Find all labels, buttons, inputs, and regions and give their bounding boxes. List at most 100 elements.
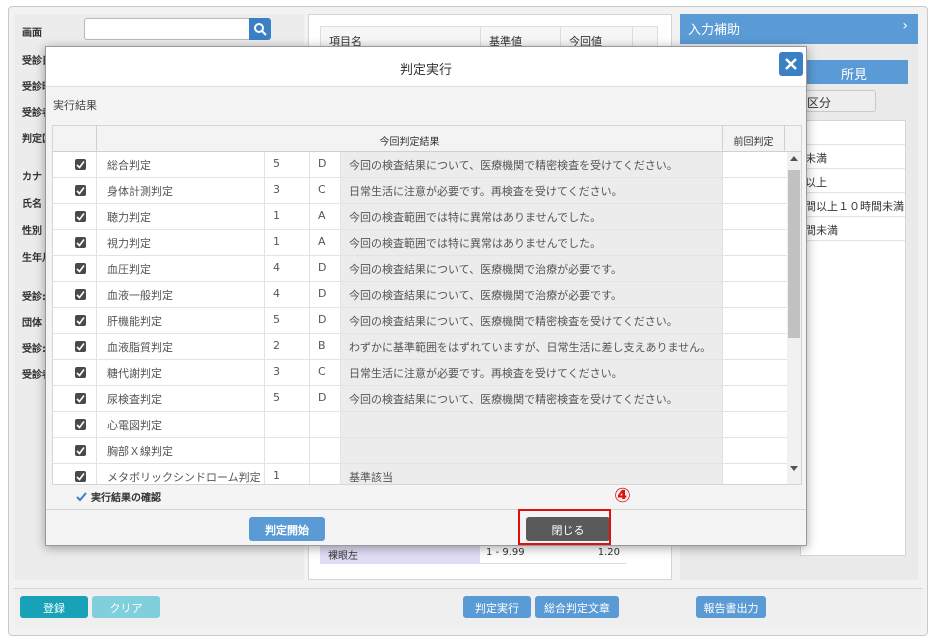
row-grade: C <box>310 360 341 385</box>
list-item[interactable]: 未満 <box>801 145 905 169</box>
check-icon <box>76 369 85 377</box>
checkbox[interactable] <box>75 367 86 378</box>
row-name: 肝機能判定 <box>97 308 265 333</box>
table-row[interactable]: 尿検査判定 5 D 今回の検査結果について、医療機関で精密検査を受けてください。 <box>53 386 787 412</box>
row-check-cell[interactable] <box>53 230 97 255</box>
report-output-button[interactable]: 報告書出力 <box>696 596 766 618</box>
row-prev <box>723 438 787 463</box>
checkbox[interactable] <box>75 211 86 222</box>
row-code: 5 <box>265 308 310 333</box>
list-item[interactable]: 間未満 <box>801 217 905 241</box>
row-comment: 今回の検査結果について、医療機関で精密検査を受けてください。 <box>341 386 723 411</box>
row-check-cell[interactable] <box>53 386 97 411</box>
result-table: 今回判定結果 前回判定 総合判定 5 D 今回の検査結果について、医療機関で精密検査を… <box>52 125 802 485</box>
row-prev <box>723 334 787 359</box>
checkbox[interactable] <box>75 185 86 196</box>
register-button[interactable]: 登録 <box>20 596 88 618</box>
row-code: 1 <box>265 230 310 255</box>
row-check-cell[interactable] <box>53 334 97 359</box>
table-body: 総合判定 5 D 今回の検査結果について、医療機関で精密検査を受けてください。 身体計測… <box>53 152 787 484</box>
checkbox[interactable] <box>75 289 86 300</box>
row-name: 血圧判定 <box>97 256 265 281</box>
check-icon <box>76 473 85 481</box>
checkbox[interactable] <box>75 445 86 456</box>
table-row[interactable]: 肝機能判定 5 D 今回の検査結果について、医療機関で精密検査を受けてください。 <box>53 308 787 334</box>
row-grade: D <box>310 256 341 281</box>
scroll-thumb[interactable] <box>788 170 800 338</box>
left-label: 受診: <box>22 292 46 303</box>
row-check-cell[interactable] <box>53 178 97 203</box>
table-row[interactable]: 糖代謝判定 3 C 日常生活に注意が必要です。再検査を受けてください。 <box>53 360 787 386</box>
row-code <box>265 438 310 463</box>
checkbox[interactable] <box>75 471 86 482</box>
table-row[interactable]: 血液一般判定 4 D 今回の検査結果について、医療機関で治療が必要です。 <box>53 282 787 308</box>
table-row[interactable]: 視力判定 1 A 今回の検査範囲では特に異常はありませんでした。 <box>53 230 787 256</box>
row-grade <box>310 464 341 484</box>
scrollbar[interactable] <box>787 152 801 484</box>
row-name: 尿検査判定 <box>97 386 265 411</box>
header-prev: 前回判定 <box>723 126 785 152</box>
row-check-cell[interactable] <box>53 256 97 281</box>
clear-button[interactable]: クリア <box>92 596 160 618</box>
table-row[interactable]: 血液脂質判定 2 B わずかに基準範囲をはずれていますが、日常生活に差し支えありません… <box>53 334 787 360</box>
table-row[interactable]: 胸部Ｘ線判定 <box>53 438 787 464</box>
row-comment: 今回の検査結果について、医療機関で治療が必要です。 <box>341 256 723 281</box>
checkbox[interactable] <box>75 419 86 430</box>
row-check-cell[interactable] <box>53 204 97 229</box>
row-prev <box>723 230 787 255</box>
modal-title: 判定実行 <box>399 63 452 78</box>
table-row[interactable]: 血圧判定 4 D 今回の検査結果について、医療機関で治療が必要です。 <box>53 256 787 282</box>
row-code: 1 <box>265 464 310 484</box>
list-item[interactable]: 以上 <box>801 169 905 193</box>
row-comment: 今回の検査結果について、医療機関で治療が必要です。 <box>341 282 723 307</box>
row-grade: C <box>310 178 341 203</box>
row-prev <box>723 256 787 281</box>
checkbox[interactable] <box>75 159 86 170</box>
row-comment <box>341 412 723 437</box>
row-name: 糖代謝判定 <box>97 360 265 385</box>
check-icon <box>76 317 85 325</box>
confirm-checkbox[interactable]: 実行結果の確認 <box>76 489 161 504</box>
chevron-right-icon[interactable]: › <box>902 18 908 34</box>
scroll-down-icon[interactable] <box>790 466 798 471</box>
checkbox[interactable] <box>75 237 86 248</box>
row-name: 心電図判定 <box>97 412 265 437</box>
checkbox[interactable] <box>75 393 86 404</box>
checkbox[interactable] <box>75 315 86 326</box>
table-row[interactable]: メタボリックシンドローム判定 1 基準該当 <box>53 464 787 484</box>
category-select[interactable]: 区分 <box>800 90 876 112</box>
checkbox[interactable] <box>75 263 86 274</box>
close-button[interactable] <box>779 52 803 76</box>
search-button[interactable] <box>249 18 271 40</box>
row-check-cell[interactable] <box>53 282 97 307</box>
tab-findings[interactable]: 所見 <box>800 60 908 84</box>
row-check-cell[interactable] <box>53 308 97 333</box>
row-grade <box>310 412 341 437</box>
scroll-up-icon[interactable] <box>790 156 798 161</box>
row-check-cell[interactable] <box>53 152 97 177</box>
row-check-cell[interactable] <box>53 412 97 437</box>
screen-search-input[interactable] <box>84 18 250 40</box>
check-icon <box>76 491 87 502</box>
row-comment: 今回の検査結果について、医療機関で精密検査を受けてください。 <box>341 308 723 333</box>
check-icon <box>76 265 85 273</box>
row-check-cell[interactable] <box>53 438 97 463</box>
summary-text-button[interactable]: 総合判定文章 <box>535 596 619 618</box>
run-judgment-button[interactable]: 判定実行 <box>463 596 531 618</box>
table-row[interactable]: 総合判定 5 D 今回の検査結果について、医療機関で精密検査を受けてください。 <box>53 152 787 178</box>
table-row[interactable]: 身体計測判定 3 C 日常生活に注意が必要です。再検査を受けてください。 <box>53 178 787 204</box>
highlight-box <box>518 509 611 545</box>
start-judgment-button[interactable]: 判定開始 <box>249 517 325 541</box>
checkbox[interactable] <box>75 341 86 352</box>
row-grade: A <box>310 230 341 255</box>
row-prev <box>723 360 787 385</box>
input-assist-header[interactable]: 入力補助 › <box>680 14 918 44</box>
row-prev <box>723 204 787 229</box>
row-check-cell[interactable] <box>53 464 97 484</box>
table-row[interactable]: 心電図判定 <box>53 412 787 438</box>
row-name: 胸部Ｘ線判定 <box>97 438 265 463</box>
search-icon <box>254 23 267 36</box>
list-item[interactable]: 間以上１０時間未満 <box>801 193 905 217</box>
table-row[interactable]: 聴力判定 1 A 今回の検査範囲では特に異常はありませんでした。 <box>53 204 787 230</box>
row-check-cell[interactable] <box>53 360 97 385</box>
